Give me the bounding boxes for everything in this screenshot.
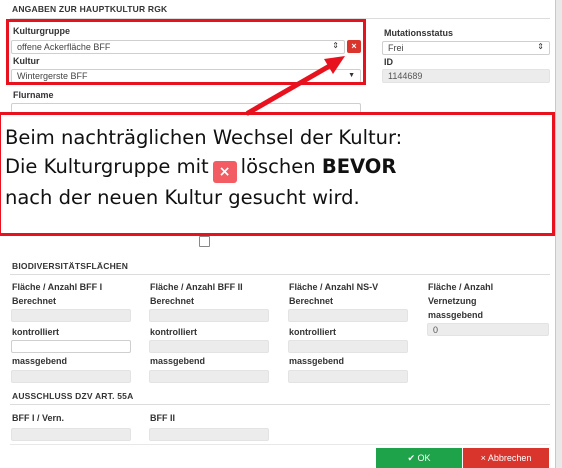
dialog-body: ANGABEN ZUR HAUPTKULTUR RGK Kulturgruppe… [0, 0, 556, 468]
arrow-shaft [245, 61, 336, 116]
scrollbar[interactable] [555, 0, 562, 468]
annotation-arrow [245, 56, 345, 116]
